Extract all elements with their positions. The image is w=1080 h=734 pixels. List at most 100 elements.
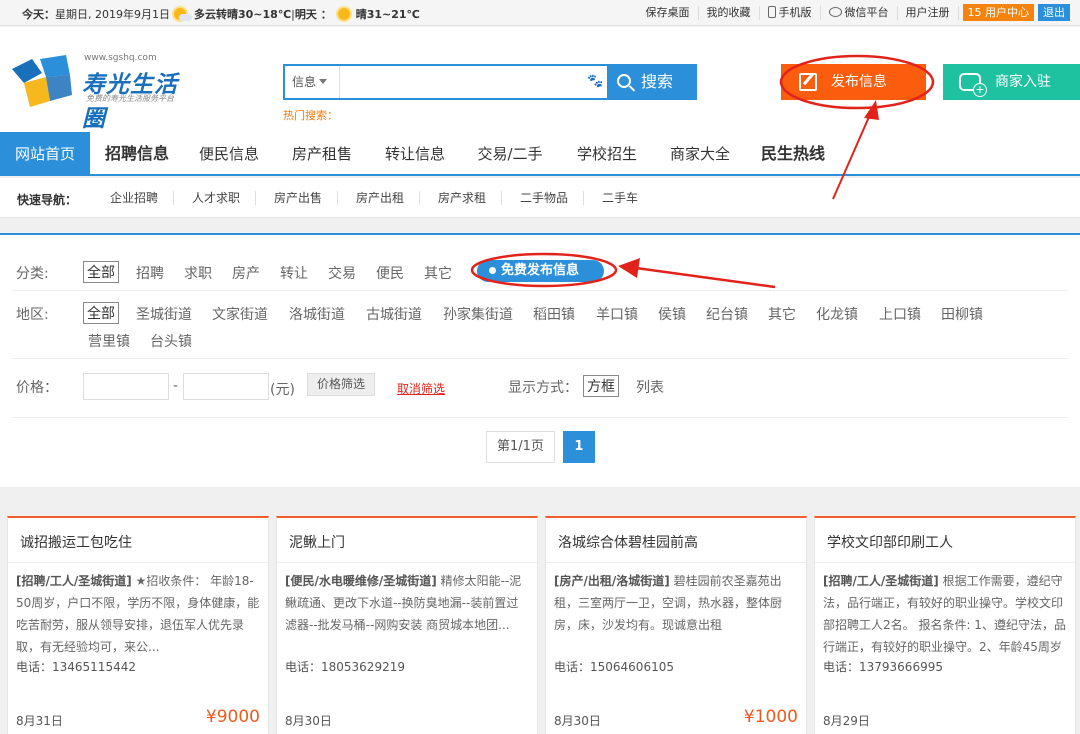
listing-date: 8月29日 [823,714,870,728]
listing-phone: 电话：13793666995 [823,660,943,674]
listing-card[interactable]: 洛城综合体碧桂园前高 [房产/出租/洛城街道] 碧桂园前农圣嘉苑出租，三室两厅一… [545,516,807,734]
quick-nav-item[interactable]: 二手物品 [505,191,585,205]
nav-jobs[interactable]: 招聘信息 [92,132,182,176]
quick-nav-item[interactable]: 房产求租 [423,191,503,205]
tomorrow-label: 明天 ： [294,8,332,21]
nav-home[interactable]: 网站首页 [0,132,90,176]
nav-trade[interactable]: 交易/二手 [464,132,556,176]
today-weather: 多云转晴30~18℃ [193,8,292,21]
logo-url: www.sgshq.com [84,53,157,63]
quick-nav-item[interactable]: 房产出售 [259,191,339,205]
region-option[interactable]: 上口镇 [879,304,921,324]
region-option[interactable]: 田柳镇 [941,304,983,324]
region-label: 地区: [16,307,49,323]
nav-convenience[interactable]: 便民信息 [186,132,272,176]
divider [12,417,1068,418]
cancel-filter-link[interactable]: 取消筛选 [397,380,445,397]
paw-icon[interactable]: 🐾 [587,74,603,90]
nav-transfer[interactable]: 转让信息 [372,132,458,176]
nav-school[interactable]: 学校招生 [564,132,650,176]
register-link[interactable]: 用户注册 [898,5,959,20]
listing-card[interactable]: 泥鳅上门 [便民/水电暖维修/圣城街道] 精修太阳能--泥鳅疏通、更改下水道--… [276,516,538,734]
region-option[interactable]: 孙家集街道 [443,304,513,324]
listing-tag: [招聘/工人/圣城街道] [823,574,939,588]
today-label: 今天： [22,8,55,21]
category-option[interactable]: 交易 [328,263,356,283]
listing-date: 8月31日 [16,714,63,728]
listing-title[interactable]: 学校文印部印刷工人 [827,532,953,552]
quick-nav: 快速导航： 企业招聘 人才求职 房产出售 房产出租 房产求租 二手物品 二手车 [0,178,1080,218]
region-option[interactable]: 文家街道 [212,304,268,324]
quick-nav-item[interactable]: 企业招聘 [95,191,175,205]
category-option[interactable]: 其它 [424,263,452,283]
price-label: 价格： [16,380,58,396]
region-option[interactable]: 古城街道 [366,304,422,324]
divider [12,290,1068,291]
quick-nav-item[interactable]: 人才求职 [177,191,257,205]
listing-title[interactable]: 泥鳅上门 [289,532,345,552]
region-option[interactable]: 化龙镇 [816,304,858,324]
search-button[interactable]: 搜索 [607,66,695,98]
cloudy-sun-icon [172,7,192,21]
listing-phone: 电话：15064606105 [554,660,674,674]
category-option[interactable]: 转让 [280,263,308,283]
page-info: 第1/1页 [486,431,555,463]
listing-price: ¥1000 [743,707,798,727]
post-info-button[interactable]: 发布信息 [781,64,926,100]
region-option[interactable]: 稻田镇 [533,304,575,324]
region-option[interactable]: 纪台镇 [706,304,748,324]
search-icon [617,74,631,88]
category-option[interactable]: 招聘 [136,263,164,283]
display-grid-option[interactable]: 方框 [583,375,619,397]
listing-card[interactable]: 诚招搬运工包吃住 [招聘/工人/圣城街道] ★招收条件： 年龄18-50周岁，户… [7,516,269,734]
region-option[interactable]: 羊口镇 [596,304,638,324]
nav-hotline[interactable]: 民生热线 [750,132,836,176]
site-logo[interactable]: www.sgshq.com 寿光生活圈 免费的寿光生活服务平台 [10,51,200,132]
region-option[interactable]: 营里镇 [88,331,130,351]
region-option[interactable]: 其它 [768,304,796,324]
region-option[interactable]: 圣城街道 [136,304,192,324]
quick-nav-item[interactable]: 二手车 [587,191,653,205]
price-min-input[interactable] [83,373,169,400]
nav-real-estate[interactable]: 房产租售 [278,132,366,176]
divider [815,562,1075,563]
price-max-input[interactable] [183,373,269,400]
category-option[interactable]: 全部 [83,261,119,283]
listing-tag: [房产/出租/洛城街道] [554,574,670,588]
listing-price: ¥9000 [205,707,260,727]
free-post-button[interactable]: 免费发布信息 [477,260,604,282]
page-button-current[interactable]: 1 [562,431,595,463]
my-favorites-link[interactable]: 我的收藏 [699,5,760,20]
divider [12,358,1068,359]
wechat-link[interactable]: 微信平台 [821,5,898,20]
listing-tag: [便民/水电暖维修/圣城街道] [285,574,437,588]
logout-button[interactable]: 退出 [1038,4,1070,21]
mobile-link[interactable]: 手机版 [760,5,821,20]
display-list-option[interactable]: 列表 [636,377,664,397]
listing-date: 8月30日 [554,714,601,728]
save-desktop-link[interactable]: 保存桌面 [638,5,699,20]
region-option[interactable]: 洛城街道 [289,304,345,324]
listing-title[interactable]: 诚招搬运工包吃住 [20,532,132,552]
category-option[interactable]: 便民 [376,263,404,283]
region-option[interactable]: 侯镇 [658,304,686,324]
merchant-join-button[interactable]: 商家入驻 [943,64,1080,100]
listing-card[interactable]: 学校文印部印刷工人 [招聘/工人/圣城街道] 根据工作需要，遵纪守法，品行端正，… [814,516,1076,734]
user-center-button[interactable]: 15 用户中心 [962,4,1034,21]
divider [277,562,537,563]
phone-icon [767,5,776,18]
listing-body: [便民/水电暖维修/圣城街道] 精修太阳能--泥鳅疏通、更改下水道--换防臭地漏… [285,570,529,636]
search-category-select[interactable]: 信息 [285,66,340,98]
logo-slogan: 免费的寿光生活服务平台 [86,94,174,103]
quick-nav-item[interactable]: 房产出租 [341,191,421,205]
edit-icon [799,73,817,91]
category-option[interactable]: 求职 [184,263,212,283]
region-option[interactable]: 台头镇 [150,331,192,351]
price-filter-button[interactable]: 价格筛选 [307,373,376,396]
region-option[interactable]: 全部 [83,302,119,324]
nav-merchants[interactable]: 商家大全 [656,132,744,176]
listing-title[interactable]: 洛城综合体碧桂园前高 [558,532,698,552]
category-option[interactable]: 房产 [232,263,260,283]
search-input[interactable] [342,66,582,98]
date-weather: 今天： 星期日, 2019年9月1日 多云转晴30~18℃ | 明天 ： 晴31… [22,6,420,22]
